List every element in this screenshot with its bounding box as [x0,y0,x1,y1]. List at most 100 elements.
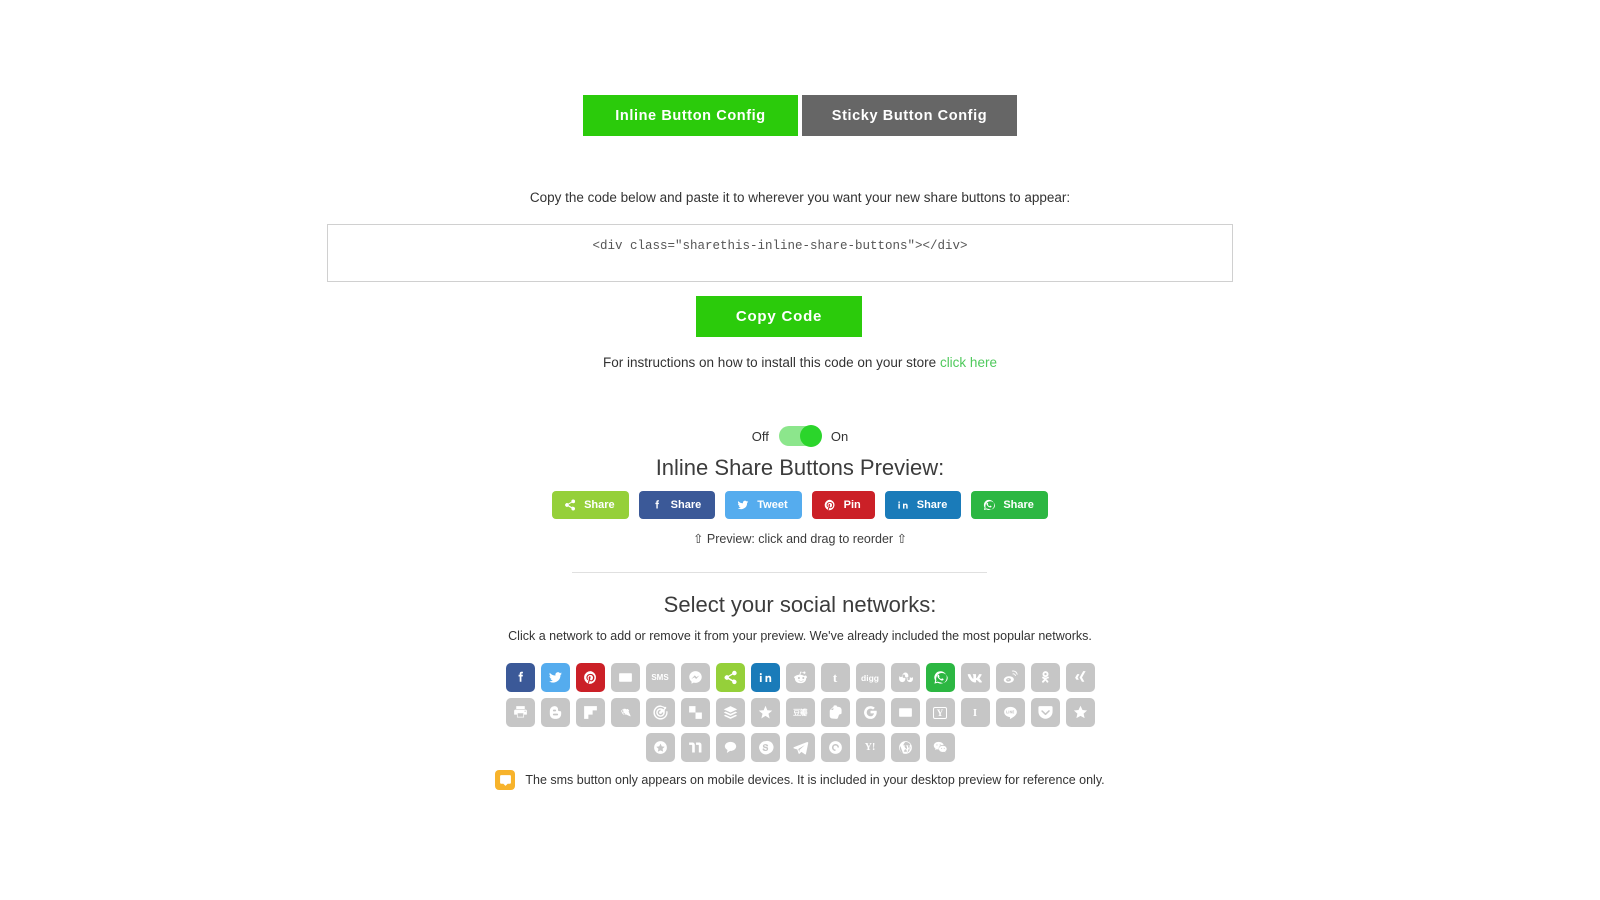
network-toggle-weibo[interactable] [995,663,1025,692]
config-tab-bar: Inline Button Config Sticky Button Confi… [0,95,1600,136]
tumblr-icon: t [832,669,838,685]
network-toggle-delicious[interactable] [680,698,710,727]
network-toggle-yummly[interactable]: Y [925,698,955,727]
qzone-icon [652,739,669,756]
network-toggle-refind[interactable] [820,733,850,762]
network-toggle-livejournal[interactable] [610,698,640,727]
facebook-icon [512,669,529,686]
copy-code-button[interactable]: Copy Code [696,296,862,337]
network-toggle-mix[interactable] [680,733,710,762]
network-toggle-messenger[interactable] [680,663,710,692]
network-grid-row: 豆瓣 Y I [0,698,1600,727]
vk-icon [967,669,984,686]
network-toggle-yahoo[interactable]: Y! [855,733,885,762]
reddit-icon [792,669,809,686]
network-toggle-instapaper[interactable]: I [960,698,990,727]
share-button-pinterest[interactable]: Pin [811,491,875,519]
network-toggle-odnoklassniki[interactable] [1030,663,1060,692]
network-toggle-vk[interactable] [960,663,990,692]
share-button-linkedin[interactable]: Share [884,491,962,519]
buffer-icon [722,704,739,721]
section-divider [572,572,987,573]
share-button-sharethis[interactable]: Share [552,491,629,519]
network-toggle-stumbleupon[interactable] [890,663,920,692]
embed-code-textarea[interactable]: <div class="sharethis-inline-share-butto… [327,224,1233,282]
network-toggle-skype[interactable] [750,733,780,762]
pinterest-icon [823,498,837,512]
share-button-label: Share [916,499,948,511]
network-toggle-aol[interactable] [750,698,780,727]
douban-icon: 豆瓣 [793,708,808,717]
network-toggle-linkedin[interactable] [750,663,780,692]
networks-title: Select your social networks: [663,592,937,617]
delicious-icon [687,704,704,721]
mailru-icon [897,704,914,721]
twitter-icon [547,669,564,686]
aol-icon [757,704,774,721]
network-toggle-pinterest[interactable] [575,663,605,692]
share-button-whatsapp[interactable]: Share [971,491,1048,519]
networks-subtitle: Click a network to add or remove it from… [508,629,1092,643]
install-instructions-link[interactable]: click here [940,355,997,370]
sharethis-icon [563,498,577,512]
sms-footnote-text: The sms button only appears on mobile de… [525,773,1105,787]
tab-sticky-button-config[interactable]: Sticky Button Config [802,95,1017,136]
network-toggle-print[interactable] [505,698,535,727]
network-toggle-xing[interactable] [1065,663,1095,692]
network-toggle-blogger[interactable] [540,698,570,727]
twitter-icon [736,498,750,512]
line-icon [1002,704,1019,721]
network-toggle-facebook[interactable] [505,663,535,692]
stumbleupon-icon [897,669,914,686]
network-toggle-whatsapp[interactable] [925,663,955,692]
blogger-icon [547,704,564,721]
network-toggle-tumblr[interactable]: t [820,663,850,692]
network-toggle-digg[interactable]: digg [855,663,885,692]
yummly-icon: Y [932,706,948,719]
pocket-icon [1037,704,1054,721]
digg-icon: digg [861,672,879,683]
network-toggle-diigo[interactable] [645,698,675,727]
share-button-facebook[interactable]: Share [638,491,716,519]
network-toggle-sms[interactable]: SMS [645,663,675,692]
preview-reorder-hint: ⇧ Preview: click and drag to reorder ⇧ [692,532,908,546]
network-toggle-reddit[interactable] [785,663,815,692]
network-toggle-mailru[interactable] [890,698,920,727]
network-toggle-sharethis[interactable] [715,663,745,692]
network-toggle-twitter[interactable] [540,663,570,692]
share-button-label: Share [584,499,615,511]
network-grid-row: Y! [0,733,1600,762]
network-toggle-favorites[interactable] [1065,698,1095,727]
network-toggle-google[interactable] [855,698,885,727]
yahoo-icon: Y! [864,742,876,753]
network-toggle-pocket[interactable] [1030,698,1060,727]
share-buttons-preview: Share Share Tweet Pin Share Share [0,491,1600,519]
network-toggle-email[interactable] [610,663,640,692]
network-toggle-evernote[interactable] [820,698,850,727]
network-toggle-flipboard[interactable] [575,698,605,727]
enable-buttons-toggle[interactable] [778,425,822,447]
instapaper-icon: I [972,706,978,719]
enable-toggle-row: Off On [0,425,1600,447]
telegram-icon [792,739,809,756]
network-toggle-qzone[interactable] [645,733,675,762]
share-buttons-config-page: Inline Button Config Sticky Button Confi… [0,0,1600,900]
share-button-label: Share [1003,499,1034,511]
network-toggle-buffer[interactable] [715,698,745,727]
share-button-twitter[interactable]: Tweet [725,491,802,519]
network-toggle-line[interactable] [995,698,1025,727]
network-toggle-telegram[interactable] [785,733,815,762]
messenger-icon [687,669,704,686]
copy-code-hint: Copy the code below and paste it to wher… [529,190,1071,205]
share-button-label: Share [670,499,702,511]
network-toggle-kakao[interactable] [715,733,745,762]
tab-inline-button-config[interactable]: Inline Button Config [583,95,798,136]
linkedin-icon [896,498,910,512]
mix-icon [687,739,704,756]
facebook-icon [650,498,664,512]
share-button-label: Tweet [757,499,788,511]
flipboard-icon [582,704,599,721]
network-toggle-wechat[interactable] [925,733,955,762]
network-toggle-douban[interactable]: 豆瓣 [785,698,815,727]
network-toggle-wordpress[interactable] [890,733,920,762]
